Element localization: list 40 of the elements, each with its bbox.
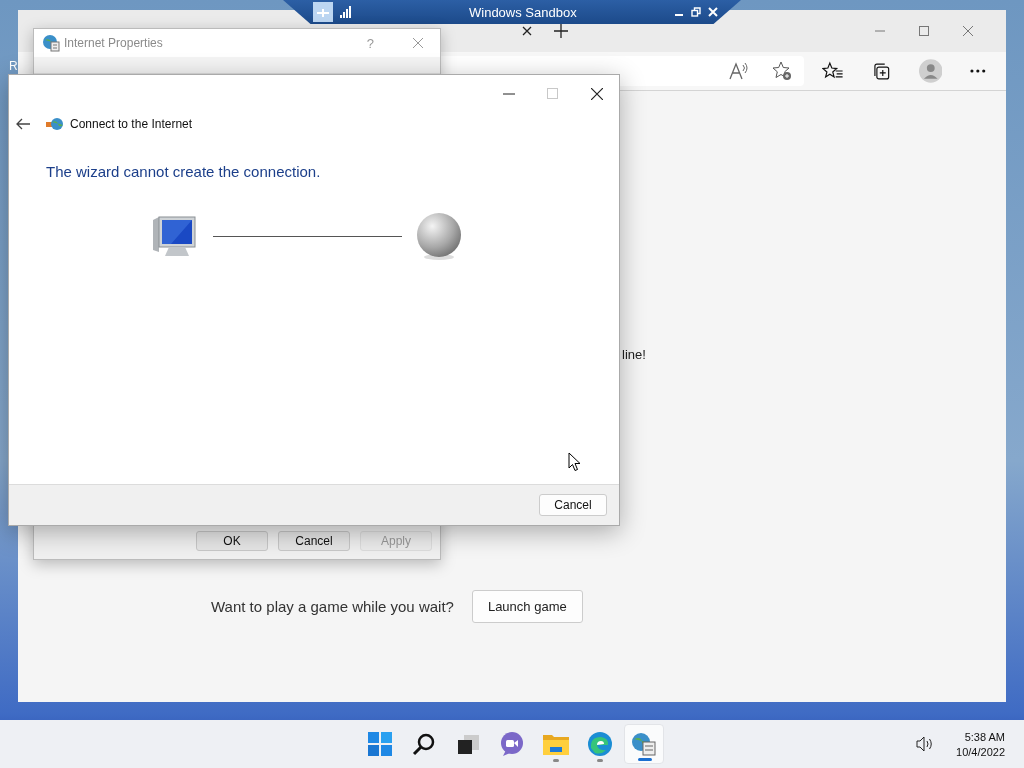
new-tab-icon[interactable]: [554, 24, 568, 38]
computer-icon: [151, 214, 199, 258]
windows-logo-icon: [368, 732, 392, 756]
page-text: line!: [622, 347, 646, 362]
back-arrow-icon[interactable]: [16, 118, 30, 130]
desktop-icon-label: R: [9, 59, 18, 73]
globe-document-icon: [631, 732, 657, 756]
close-icon[interactable]: [591, 88, 603, 100]
signal-icon: [340, 6, 352, 18]
dialog-title: Internet Properties: [64, 36, 164, 50]
search-icon: [412, 732, 436, 756]
wizard-title: Connect to the Internet: [70, 117, 193, 131]
clock-time[interactable]: 5:38 AM: [964, 730, 1005, 743]
globe-icon: [416, 212, 462, 260]
collections-icon[interactable]: [871, 61, 891, 81]
add-favorite-icon[interactable]: [771, 61, 792, 81]
globe-plug-icon: [46, 117, 64, 131]
restore-icon[interactable]: [690, 7, 701, 17]
clock-date[interactable]: 10/4/2022: [956, 745, 1005, 758]
wizard-heading: The wizard cannot create the connection.: [45, 162, 322, 180]
read-aloud-icon[interactable]: [727, 62, 750, 80]
cancel-button[interactable]: Cancel: [539, 494, 607, 516]
task-view-icon: [456, 732, 480, 756]
launch-game-button[interactable]: Launch game: [471, 590, 583, 623]
dialog-button[interactable]: Cancel: [278, 531, 350, 551]
dialog-button[interactable]: OK: [196, 531, 268, 551]
favorites-icon[interactable]: [821, 61, 844, 81]
chat-camera-icon: [499, 732, 525, 756]
more-options-icon[interactable]: [970, 69, 986, 73]
mouse-cursor-icon: [568, 452, 581, 472]
profile-avatar-icon[interactable]: [918, 59, 943, 83]
folder-icon: [543, 733, 569, 755]
maximize-icon[interactable]: [918, 25, 930, 37]
close-tab-icon[interactable]: [522, 26, 532, 36]
internet-properties-button[interactable]: [624, 724, 664, 764]
volume-icon[interactable]: [916, 736, 935, 752]
game-prompt: Want to play a game while you wait?: [211, 598, 454, 615]
globe-document-icon: [42, 34, 60, 52]
browser-logo-icon: [588, 732, 612, 756]
window-title: Windows Sandbox: [469, 4, 577, 20]
